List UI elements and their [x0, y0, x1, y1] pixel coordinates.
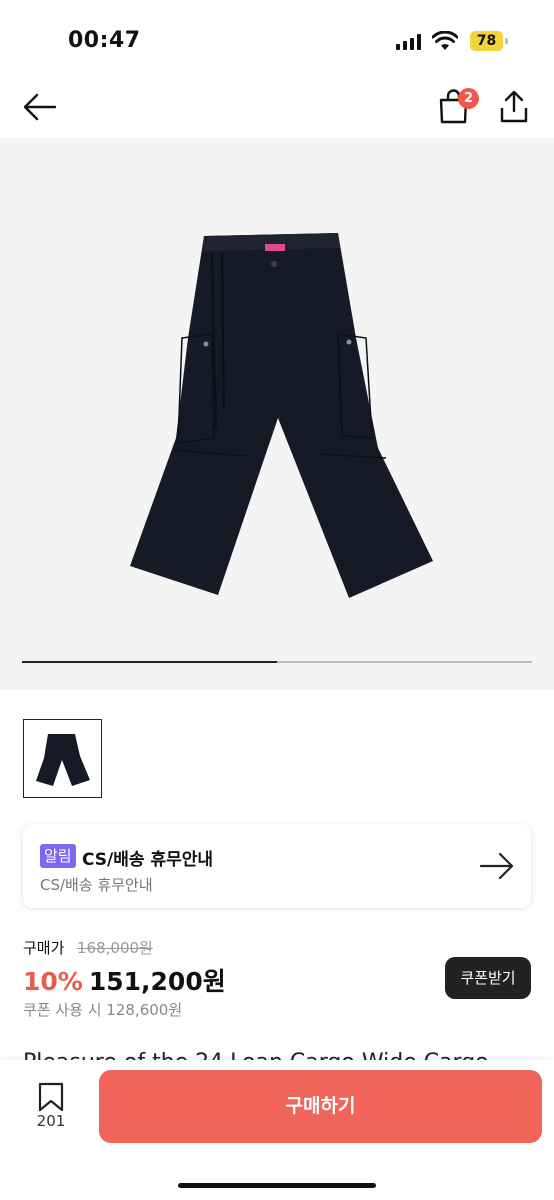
status-time: 00:47	[68, 28, 141, 53]
price-label: 구매가	[23, 939, 65, 957]
thumbnail-image	[36, 734, 90, 786]
signal-icon	[396, 34, 422, 50]
sale-price: 151,200원	[88, 967, 226, 996]
bookmark-icon[interactable]	[38, 1082, 64, 1112]
top-nav: 2	[0, 80, 554, 138]
battery-icon: 78	[470, 31, 508, 51]
discount-rate: 10%	[23, 967, 83, 996]
original-price: 168,000원	[77, 939, 153, 957]
cart-count-badge: 2	[458, 88, 479, 109]
coupon-price: 쿠폰 사용 시 128,600원	[23, 1001, 183, 1019]
wish-count: 201	[36, 1112, 66, 1130]
gallery-progress-fill	[22, 661, 277, 663]
arrow-left-icon[interactable]	[22, 92, 58, 122]
notice-badge: 알림	[40, 844, 76, 868]
share-icon[interactable]	[498, 90, 530, 124]
buy-button[interactable]: 구매하기	[99, 1070, 542, 1143]
product-thumbnail[interactable]	[23, 719, 102, 798]
product-image-carousel[interactable]	[0, 138, 554, 690]
notice-title: CS/배송 휴무안내	[82, 850, 214, 870]
get-coupon-button[interactable]: 쿠폰받기	[445, 957, 531, 999]
home-indicator	[178, 1183, 376, 1188]
product-image	[130, 233, 433, 598]
notice-subtitle: CS/배송 휴무안내	[40, 876, 153, 894]
bottom-action-bar: 201 구매하기	[0, 1060, 554, 1200]
status-bar: 00:47 78	[0, 0, 554, 80]
price-row: 10% 151,200원	[23, 962, 226, 998]
arrow-right-icon[interactable]	[479, 852, 515, 880]
battery-level: 78	[470, 31, 503, 51]
gallery-progress-track	[22, 661, 532, 663]
wifi-icon	[432, 31, 458, 50]
notice-card[interactable]: 알림 CS/배송 휴무안내 CS/배송 휴무안내	[23, 824, 531, 908]
